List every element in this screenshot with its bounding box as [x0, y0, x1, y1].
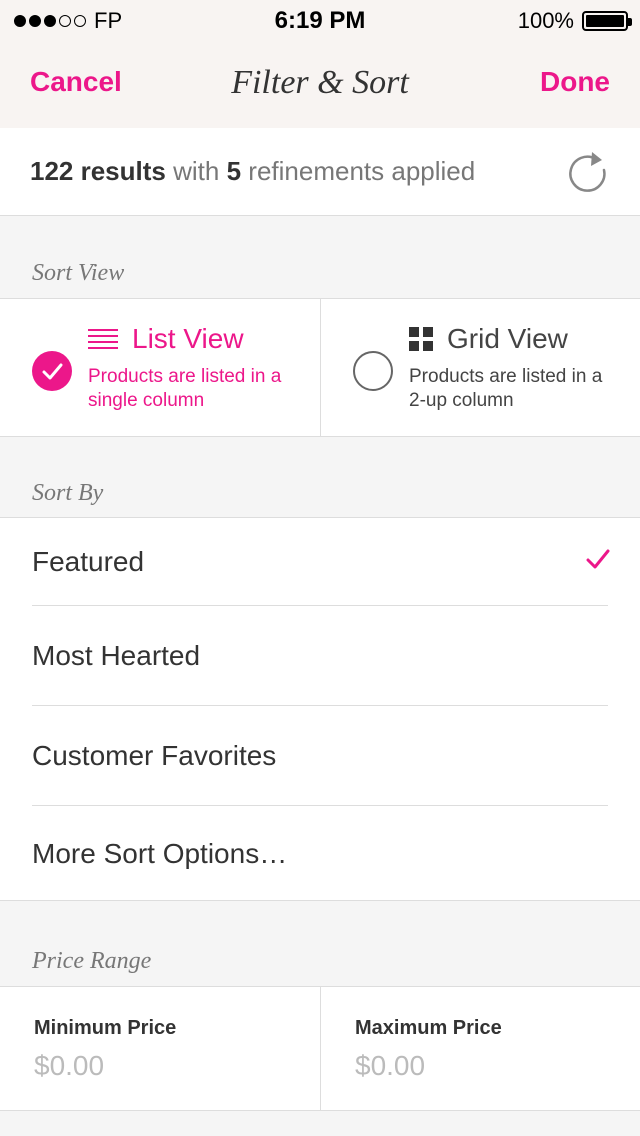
- checkmark-icon: [586, 549, 610, 569]
- list-view-option[interactable]: List View Products are listed in a singl…: [0, 299, 320, 436]
- top-bar: FP 6:19 PM 100% Cancel Filter & Sort Don…: [0, 0, 640, 128]
- sort-item-customer-favorites[interactable]: Customer Favorites: [32, 706, 608, 806]
- sort-view-label: Sort View: [32, 260, 125, 286]
- price-range-label: Price Range: [32, 948, 152, 974]
- battery-percent: 100%: [517, 8, 574, 33]
- results-count: 122 results: [30, 156, 166, 186]
- sort-item-most-hearted[interactable]: Most Hearted: [32, 606, 608, 706]
- grid-view-title: Grid View: [409, 323, 568, 355]
- unselected-radio-icon: [353, 351, 393, 391]
- battery-icon: [582, 11, 632, 31]
- battery-fill: [586, 15, 624, 27]
- min-price-label: Minimum Price: [34, 1017, 177, 1039]
- max-price-input[interactable]: [355, 1049, 605, 1083]
- refresh-icon[interactable]: [566, 150, 610, 194]
- price-range-row: Minimum Price Maximum Price: [0, 986, 640, 1111]
- list-view-label: List View: [132, 323, 244, 354]
- grid-view-desc: Products are listed in a 2-up column: [409, 366, 603, 411]
- status-bar: FP 6:19 PM 100%: [0, 0, 640, 40]
- refinements-text: refinements applied: [248, 156, 476, 186]
- list-icon: [88, 329, 118, 349]
- results-text: 122 results with 5 refinements applied: [30, 156, 475, 187]
- selected-check-icon: [32, 351, 72, 391]
- done-button[interactable]: Done: [540, 66, 610, 98]
- min-price-input[interactable]: [34, 1049, 284, 1083]
- list-view-desc: Products are listed in a single column: [88, 366, 282, 411]
- grid-icon: [409, 327, 433, 351]
- max-price-label: Maximum Price: [355, 1017, 502, 1039]
- sort-by-label: Sort By: [32, 480, 104, 506]
- sort-view-options: List View Products are listed in a singl…: [0, 298, 640, 437]
- sort-item-featured[interactable]: Featured: [32, 518, 610, 606]
- max-price-cell: Maximum Price: [320, 987, 640, 1110]
- sort-item-label: Customer Favorites: [32, 739, 277, 771]
- refinements-count: 5: [226, 156, 242, 186]
- min-price-cell: Minimum Price: [0, 987, 320, 1110]
- results-summary: 122 results with 5 refinements applied: [0, 128, 640, 216]
- grid-view-label: Grid View: [447, 323, 568, 354]
- sort-item-more-options[interactable]: More Sort Options…: [32, 806, 608, 902]
- nav-bar: Cancel Filter & Sort Done: [0, 40, 640, 128]
- results-with: with: [173, 156, 220, 186]
- sort-item-label: Featured: [32, 545, 145, 577]
- battery-indicator: 100%: [517, 8, 632, 34]
- list-view-title: List View: [88, 323, 244, 355]
- sort-by-list: Featured Most Hearted Customer Favorites…: [0, 517, 640, 901]
- sort-item-label: Most Hearted: [32, 639, 201, 671]
- sort-item-label: More Sort Options…: [32, 838, 288, 869]
- grid-view-option[interactable]: Grid View Products are listed in a 2-up …: [320, 299, 640, 436]
